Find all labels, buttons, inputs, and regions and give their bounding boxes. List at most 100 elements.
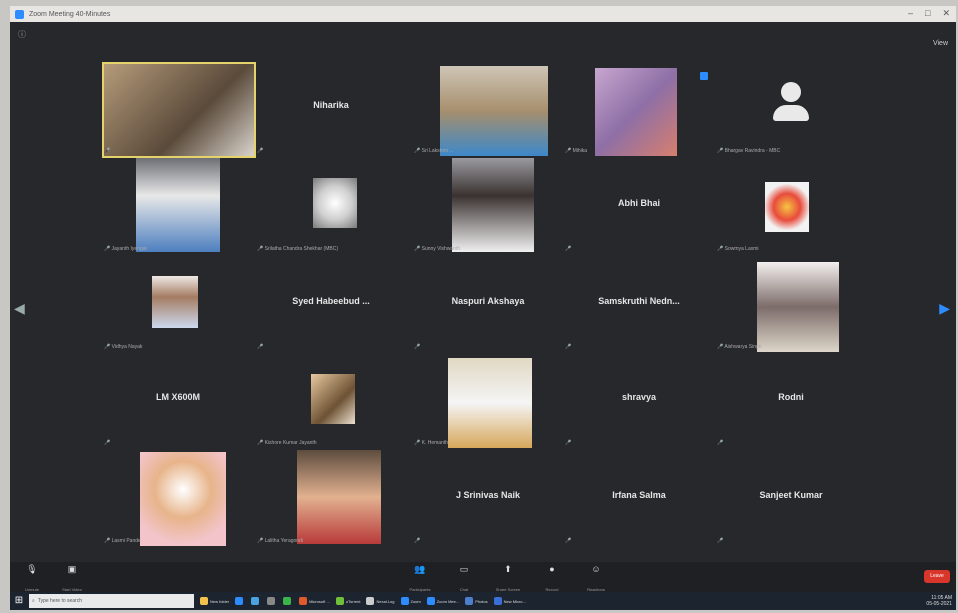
participant-tile[interactable]: 🎤 Vidhya Nayak <box>102 256 254 352</box>
video-gallery: ⓘ View ◀ ▶ 🎤 Niharika 🎤 🎤 Sri Lakshmi ... 🎤 … <box>10 22 956 562</box>
participant-name-label: 🎤 Srilatha Chandra Shekhar (MBC) <box>257 246 338 252</box>
default-avatar-icon <box>773 82 809 126</box>
participant-name-label: 🎤 <box>257 148 264 154</box>
app-name: Zoom Mee... <box>436 598 460 604</box>
reactions-icon: ☺ <box>591 564 601 574</box>
taskbar-app[interactable]: New Micro... <box>493 597 526 605</box>
leave-button[interactable]: Leave <box>924 570 950 583</box>
participant-tile[interactable]: 🎤 Sowmya Laxmi <box>715 158 867 254</box>
window-titlebar: Zoom Meeting 40-Minutes – □ ✕ <box>10 6 956 22</box>
app-name: uTorrent <box>345 598 361 604</box>
app-icon <box>400 597 409 605</box>
app-icon <box>493 597 502 605</box>
search-icon: ⌕ <box>32 598 35 604</box>
participant-name-label: 🎤 <box>565 440 572 446</box>
meeting-toolbar: Leave 🎙 Unmute ▣ Start Video 👥 Participants ▭ C… <box>10 562 956 592</box>
taskbar-app[interactable]: Microsoft ... <box>299 597 330 605</box>
participant-tile[interactable]: 🎤 Jayanth Iyengar <box>102 158 254 254</box>
participant-tile[interactable]: shravya 🎤 <box>563 352 715 448</box>
participant-name-label: 🎤 <box>717 538 724 544</box>
participant-tile[interactable]: Syed Habeebud ... 🎤 <box>255 256 407 352</box>
app-icon <box>335 597 344 605</box>
participant-name-label: 🎤 <box>257 344 264 350</box>
participant-tile[interactable]: Rodni 🎤 <box>715 352 867 448</box>
participant-display-name: LM X600M <box>155 392 200 402</box>
participant-name-label: 🎤 Sunny Vishwanth <box>414 246 461 252</box>
participant-name-label: 🎤 <box>565 246 572 252</box>
participant-tile[interactable]: Sanjeet Kumar 🎤 <box>715 450 867 546</box>
view-button[interactable]: View <box>933 40 948 47</box>
participant-name-label: 🎤 Kishore Kumar Jayanth <box>257 440 317 446</box>
taskbar-apps: New folder Microsoft ... uTorrent Nexal.Log… <box>194 597 526 605</box>
participant-tile[interactable]: 🎤 K. Hemanth <box>412 352 564 448</box>
participant-tile[interactable]: 🎤 Sunny Vishwanth <box>412 158 564 254</box>
participant-name-label: 🎤 K. Hemanth <box>414 440 449 446</box>
participant-name-label: 🎤 Bhargav Ravindra - MBC <box>717 148 781 154</box>
app-name: Zoom <box>410 598 421 604</box>
participant-tile[interactable]: 🎤 Lasmi Pande <box>102 450 254 546</box>
taskbar-app[interactable]: Zoom Mee... <box>426 597 460 605</box>
participant-display-name: Abhi Bhai <box>618 198 660 208</box>
participant-name-label: 🎤 Lasmi Pande <box>104 538 141 544</box>
participant-tile[interactable]: 🎤 Sri Lakshmi ... <box>412 60 564 156</box>
participant-tile[interactable]: Abhi Bhai 🎤 <box>563 158 715 254</box>
participant-display-name: Irfana Salma <box>612 490 666 500</box>
participant-tile[interactable]: Naspuri Akshaya 🎤 <box>412 256 564 352</box>
participant-name-label: 🎤 <box>565 344 572 350</box>
participant-tile[interactable]: 🎤 Bhargav Ravindra - MBC <box>715 60 867 156</box>
participant-tile[interactable]: Niharika 🎤 <box>255 60 407 156</box>
participant-tile[interactable]: 🎤 Srilatha Chandra Shekhar (MBC) <box>255 158 407 254</box>
participant-video <box>152 276 198 328</box>
prev-page-arrow-icon[interactable]: ◀ <box>14 300 25 317</box>
participant-video <box>452 158 534 252</box>
participant-tile[interactable]: 🎤 Kishore Kumar Jayanth <box>255 352 407 448</box>
clock-date: 05-05-2021 <box>926 601 952 607</box>
taskbar-search[interactable]: ⌕ Type here to search <box>29 594 194 608</box>
participant-tile[interactable]: 🎤 <box>102 60 256 158</box>
minimize-button[interactable]: – <box>908 8 913 19</box>
microphone-icon: 🎙 <box>26 564 38 574</box>
participant-tile[interactable]: Samskruthi Nedn... 🎤 <box>563 256 715 352</box>
app-name: New folder <box>210 598 230 604</box>
participant-video <box>440 66 548 156</box>
participant-tile[interactable]: J Srinivas Naik 🎤 <box>412 450 564 546</box>
taskbar-app[interactable] <box>283 597 293 605</box>
taskbar-app[interactable]: Photos <box>465 597 488 605</box>
taskbar-app[interactable] <box>235 597 245 605</box>
participant-name-label: 🎤 Sri Lakshmi ... <box>414 148 454 154</box>
participant-tile[interactable]: 🎤 Lalitha Yeragondi <box>255 450 407 546</box>
window-controls: – □ ✕ <box>908 8 950 19</box>
taskbar-app[interactable] <box>267 597 277 605</box>
participant-tile[interactable]: LM X600M 🎤 <box>102 352 254 448</box>
participant-display-name: Rodni <box>778 392 804 402</box>
close-button[interactable]: ✕ <box>942 8 950 19</box>
participant-video <box>313 178 357 228</box>
taskbar-app[interactable] <box>251 597 261 605</box>
maximize-button[interactable]: □ <box>925 8 930 19</box>
meeting-info-icon[interactable]: ⓘ <box>18 29 26 40</box>
participant-name-label: 🎤 <box>565 538 572 544</box>
participant-video <box>757 262 839 352</box>
search-placeholder: Type here to search <box>37 598 83 604</box>
taskbar-app[interactable]: uTorrent <box>335 597 361 605</box>
participant-video <box>595 68 677 156</box>
share-screen-icon: ⬆ <box>504 564 512 574</box>
participant-name-label: 🎤 Aishwarya Singh <box>717 344 762 350</box>
participant-tile[interactable]: Irfana Salma 🎤 <box>563 450 715 546</box>
windows-taskbar: ⊞ ⌕ Type here to search New folder Micros… <box>10 592 956 610</box>
participant-name-label: 🎤 <box>414 538 421 544</box>
participant-name-label: 🎤 Jayanth Iyengar <box>104 246 148 252</box>
taskbar-app[interactable]: Zoom <box>400 597 421 605</box>
taskbar-app[interactable]: New folder <box>200 597 229 605</box>
next-page-arrow-icon[interactable]: ▶ <box>939 300 950 317</box>
participant-name-label: 🎤 Lalitha Yeragondi <box>257 538 303 544</box>
window-title: Zoom Meeting 40-Minutes <box>29 10 111 18</box>
participant-display-name: Naspuri Akshaya <box>451 296 525 306</box>
windows-start-icon[interactable]: ⊞ <box>13 595 25 607</box>
taskbar-app[interactable]: Nexal.Log <box>366 597 395 605</box>
participant-tile[interactable]: 🎤 Aishwarya Singh <box>715 256 867 352</box>
participant-display-name: shravya <box>621 392 657 402</box>
participant-tile[interactable]: 🎤 Mihika <box>563 60 715 156</box>
participant-video <box>140 452 226 546</box>
app-icon <box>235 597 244 605</box>
